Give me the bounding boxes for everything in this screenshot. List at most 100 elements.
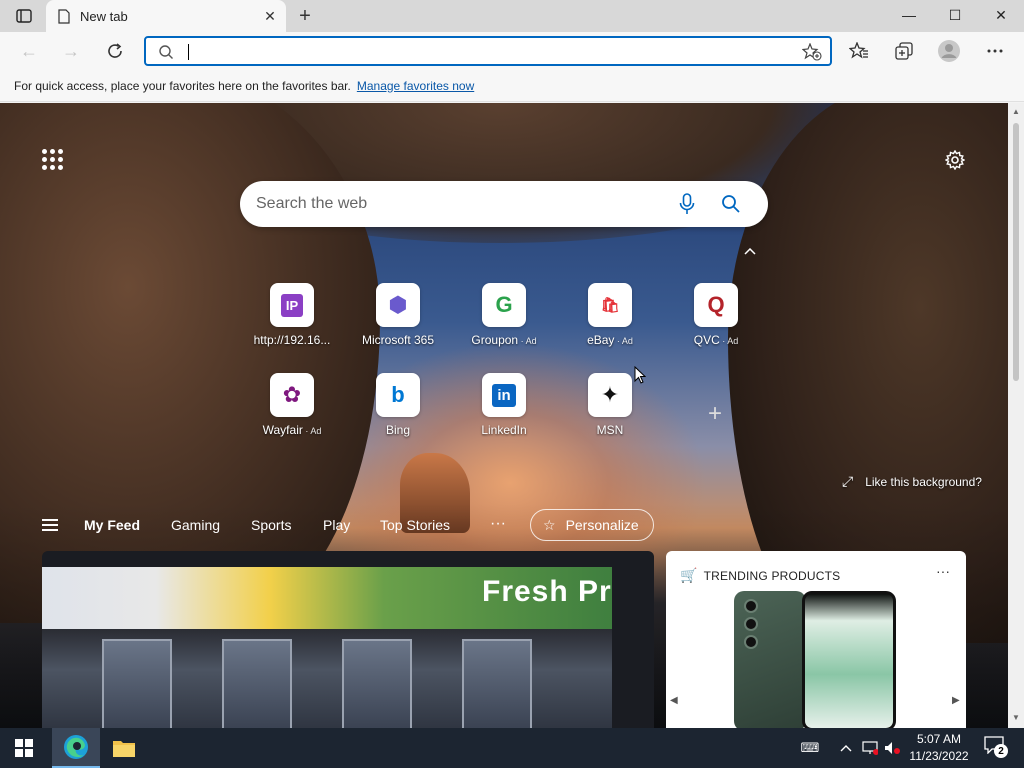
add-quick-link-button[interactable]: + — [700, 399, 730, 429]
search-icon — [722, 195, 740, 213]
favorites-bar-message: For quick access, place your favorites h… — [14, 78, 351, 93]
quick-link-microsoft-365[interactable]: ⬢ Microsoft 365 — [353, 283, 443, 363]
scrollbar-thumb[interactable] — [1013, 123, 1019, 381]
personalize-label: Personalize — [565, 517, 639, 533]
network-icon[interactable] — [860, 738, 880, 758]
new-tab-button[interactable]: + — [292, 4, 318, 28]
quick-link-label: Microsoft 365 — [361, 333, 435, 347]
address-input[interactable] — [186, 42, 776, 62]
feed-navigation: My Feed Gaming Sports Play Top Stories ·… — [0, 509, 1008, 543]
feed-tab-play[interactable]: Play — [323, 517, 350, 533]
ad-badge: · Ad — [302, 426, 322, 436]
quick-link-label: Groupon · Ad — [471, 333, 537, 347]
windows-logo-icon — [15, 739, 33, 757]
quick-link-wayfair[interactable]: ✿ Wayfair · Ad — [247, 373, 337, 453]
scroll-down-arrow[interactable]: ▼ — [1012, 713, 1020, 722]
volume-muted-icon[interactable] — [882, 738, 902, 758]
minimize-button[interactable]: — — [886, 0, 932, 30]
hamburger-menu-icon[interactable] — [42, 519, 58, 531]
maximize-button[interactable]: ☐ — [932, 0, 978, 30]
back-button[interactable]: ← — [14, 36, 44, 66]
chevron-up-icon — [744, 247, 756, 255]
tab-new-tab[interactable]: New tab ✕ — [46, 0, 286, 32]
avatar-icon — [938, 40, 960, 62]
voice-search-button[interactable] — [674, 191, 700, 217]
profile-button[interactable] — [934, 36, 964, 66]
quick-link-label: QVC · Ad — [693, 333, 739, 347]
notification-count-badge: 2 — [994, 744, 1008, 758]
microsoft-365-icon: ⬢ — [376, 283, 420, 327]
trending-more-button[interactable]: ··· — [936, 563, 950, 579]
search-icon — [159, 45, 173, 59]
quick-link-label: LinkedIn — [481, 423, 527, 437]
personalize-button[interactable]: ☆ Personalize — [530, 509, 654, 541]
search-submit-button[interactable] — [718, 191, 744, 217]
taskbar-clock[interactable]: 5:07 AM 11/23/2022 — [900, 731, 978, 765]
bing-icon: b — [376, 373, 420, 417]
quick-link-ip[interactable]: IP http://192.16... — [247, 283, 337, 363]
collections-icon — [895, 42, 913, 60]
quick-link-ebay[interactable]: 🛍 eBay · Ad — [565, 283, 655, 363]
collections-button[interactable] — [889, 36, 919, 66]
favorites-button[interactable] — [844, 36, 874, 66]
feed-tab-top-stories[interactable]: Top Stories — [380, 517, 450, 533]
tab-actions-button[interactable] — [10, 6, 38, 26]
forward-button[interactable]: → — [56, 36, 86, 66]
address-bar[interactable] — [144, 36, 832, 66]
settings-more-button[interactable] — [980, 36, 1010, 66]
collapse-quick-links-button[interactable] — [740, 243, 760, 259]
feed-tab-sports[interactable]: Sports — [251, 517, 291, 533]
trending-products-card[interactable]: 🛒 TRENDING PRODUCTS ··· ◀ ▶ — [666, 551, 966, 728]
tab-actions-icon — [16, 9, 32, 23]
app-launcher-button[interactable] — [38, 145, 66, 173]
more-icon — [987, 49, 1003, 53]
feed-tab-gaming[interactable]: Gaming — [171, 517, 220, 533]
quick-link-linkedin[interactable]: in LinkedIn — [459, 373, 549, 453]
feed-tab-my-feed[interactable]: My Feed — [84, 517, 140, 533]
news-card-hero[interactable]: Fresh Pr — [42, 551, 654, 728]
tab-close-button[interactable]: ✕ — [262, 8, 278, 24]
taskbar-edge-button[interactable] — [52, 728, 100, 768]
favorites-icon — [849, 42, 868, 59]
trending-next-button[interactable]: ▶ — [952, 695, 960, 706]
phone-camera — [744, 599, 758, 613]
manage-favorites-link[interactable]: Manage favorites now — [357, 79, 474, 93]
web-search-box[interactable] — [240, 181, 768, 227]
news-image-door — [462, 639, 532, 728]
linkedin-icon: in — [482, 373, 526, 417]
product-image-phone-back — [734, 591, 806, 728]
msn-icon: ✦ — [588, 373, 632, 417]
phone-camera — [744, 635, 758, 649]
title-bar: New tab ✕ + — ☐ ✕ — [0, 0, 1024, 32]
scroll-up-arrow[interactable]: ▲ — [1012, 107, 1020, 116]
taskbar-file-explorer-button[interactable] — [100, 728, 148, 768]
page-settings-button[interactable] — [940, 145, 970, 175]
news-image-sign: Fresh Pr — [482, 575, 612, 608]
personalize-icon: ☆ — [543, 516, 556, 533]
web-search-input[interactable] — [256, 193, 656, 215]
show-hidden-icons-icon[interactable] — [836, 738, 856, 758]
like-background-button[interactable]: ⤢ Like this background? — [842, 473, 982, 490]
trending-prev-button[interactable]: ◀ — [670, 695, 678, 706]
quick-link-label: MSN — [596, 423, 624, 437]
quick-link-qvc[interactable]: Q QVC · Ad — [671, 283, 761, 363]
action-center-button[interactable]: 2 — [984, 736, 1010, 760]
add-favorite-icon[interactable] — [802, 43, 822, 61]
trending-products-label: TRENDING PRODUCTS — [703, 568, 841, 583]
page-scrollbar[interactable]: ▲ ▼ — [1008, 103, 1024, 728]
quick-link-msn[interactable]: ✦ MSN — [565, 373, 655, 453]
news-image-door — [342, 639, 412, 728]
close-button[interactable]: ✕ — [978, 0, 1024, 30]
ebay-icon: 🛍 — [588, 283, 632, 327]
taskbar-input-indicator-icon[interactable]: ⌨ — [800, 738, 820, 758]
quick-link-label: http://192.16... — [253, 333, 331, 347]
feed-more-button[interactable]: ··· — [490, 515, 506, 533]
quick-link-label: Wayfair · Ad — [262, 423, 322, 437]
quick-link-groupon[interactable]: G Groupon · Ad — [459, 283, 549, 363]
quick-link-bing[interactable]: b Bing — [353, 373, 443, 453]
phone-camera — [744, 617, 758, 631]
edge-icon — [64, 735, 88, 759]
wayfair-icon: ✿ — [270, 373, 314, 417]
refresh-button[interactable] — [100, 36, 130, 66]
start-button[interactable] — [0, 728, 48, 768]
